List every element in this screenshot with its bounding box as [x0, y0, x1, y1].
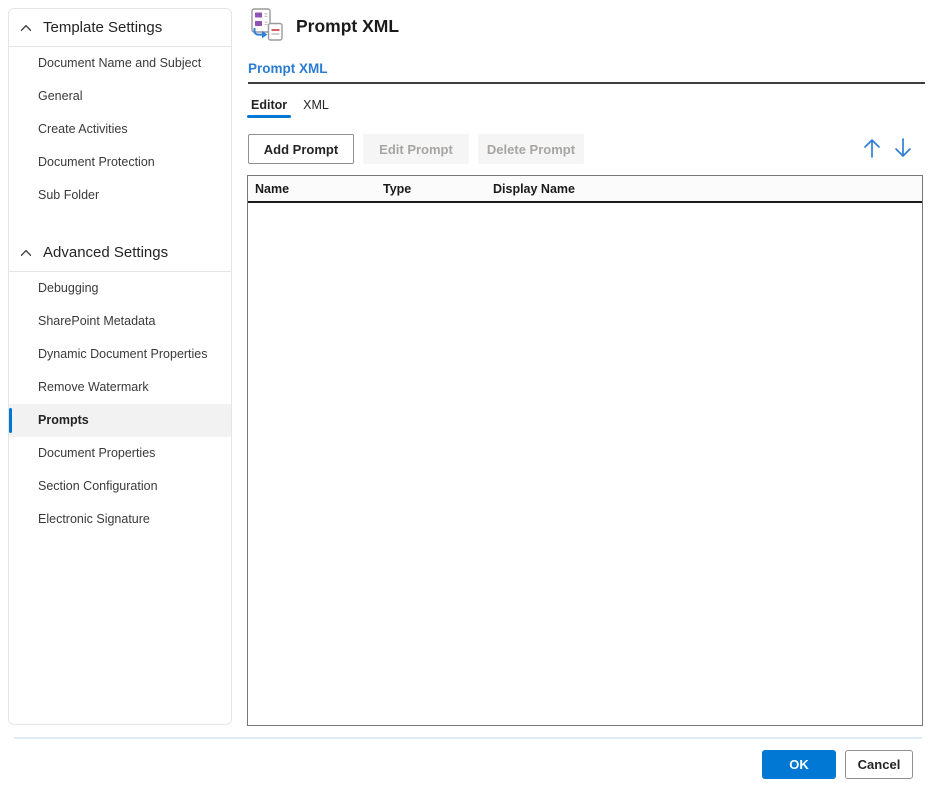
section-title-prompt-xml: Prompt XML [248, 61, 328, 76]
footer-divider [14, 737, 922, 739]
column-header-display-name[interactable]: Display Name [493, 182, 922, 196]
chevron-up-icon [20, 249, 32, 257]
arrow-down-icon [892, 138, 914, 163]
cancel-button[interactable]: Cancel [845, 750, 913, 779]
section-label: Template Settings [43, 19, 163, 36]
sidebar-item-create-activities[interactable]: Create Activities [9, 113, 231, 146]
sidebar-item-general[interactable]: General [9, 80, 231, 113]
sidebar-item-sub-folder[interactable]: Sub Folder [9, 179, 231, 212]
sidebar-item-dynamic-document-properties[interactable]: Dynamic Document Properties [9, 338, 231, 371]
tab-editor[interactable]: Editor [246, 96, 292, 118]
section-title-rule [248, 82, 925, 84]
edit-prompt-button[interactable]: Edit Prompt [363, 134, 469, 164]
sidebar-item-remove-watermark[interactable]: Remove Watermark [9, 371, 231, 404]
delete-prompt-button[interactable]: Delete Prompt [478, 134, 584, 164]
sidebar-item-document-protection[interactable]: Document Protection [9, 146, 231, 179]
prompt-table-header: Name Type Display Name [248, 176, 922, 203]
prompt-xml-icon [249, 8, 285, 42]
sidebar-item-sharepoint-metadata[interactable]: SharePoint Metadata [9, 305, 231, 338]
settings-sidebar: Template Settings Document Name and Subj… [8, 8, 232, 725]
add-prompt-button[interactable]: Add Prompt [248, 134, 354, 164]
sidebar-item-prompts[interactable]: Prompts [9, 404, 231, 437]
sidebar-section-advanced-settings: Advanced Settings Debugging SharePoint M… [9, 234, 231, 536]
prompt-table-body[interactable] [248, 203, 922, 723]
column-header-type[interactable]: Type [383, 182, 493, 196]
ok-button[interactable]: OK [762, 750, 836, 779]
chevron-up-icon [20, 24, 32, 32]
move-down-button[interactable] [891, 136, 915, 162]
sidebar-item-electronic-signature[interactable]: Electronic Signature [9, 503, 231, 536]
tab-xml[interactable]: XML [302, 96, 330, 114]
page-title: Prompt XML [296, 16, 400, 36]
column-header-name[interactable]: Name [248, 182, 383, 196]
sidebar-item-document-name-and-subject[interactable]: Document Name and Subject [9, 47, 231, 80]
sidebar-item-section-configuration[interactable]: Section Configuration [9, 470, 231, 503]
arrow-up-icon [861, 139, 883, 163]
section-header-advanced-settings[interactable]: Advanced Settings [9, 234, 231, 271]
sidebar-item-debugging[interactable]: Debugging [9, 272, 231, 305]
section-header-template-settings[interactable]: Template Settings [9, 9, 231, 46]
section-label: Advanced Settings [43, 244, 169, 261]
prompt-table: Name Type Display Name [247, 175, 923, 726]
move-up-button[interactable] [860, 136, 884, 162]
sidebar-section-template-settings: Template Settings Document Name and Subj… [9, 9, 231, 212]
tab-strip: Editor XML [246, 96, 330, 118]
sidebar-item-document-properties[interactable]: Document Properties [9, 437, 231, 470]
